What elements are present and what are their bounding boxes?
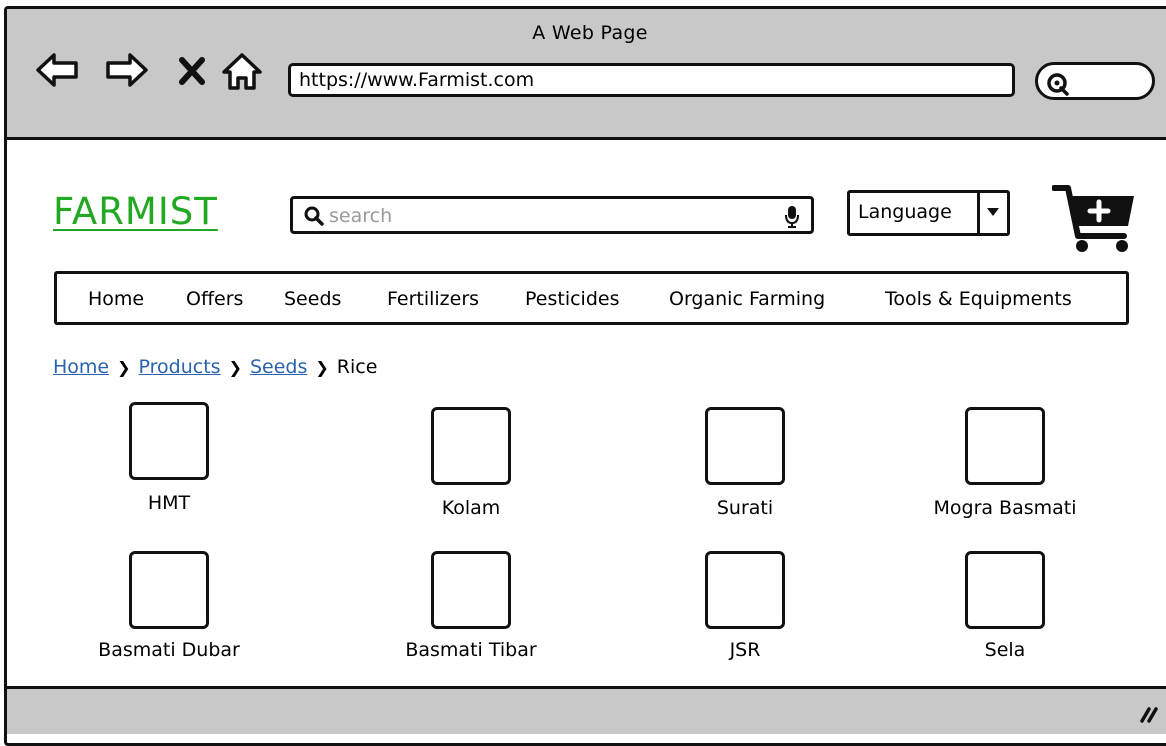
nav-item-fertilizers[interactable]: Fertilizers (387, 288, 479, 310)
main-nav: Home Offers Seeds Fertilizers Pesticides… (54, 271, 1129, 325)
status-bar (7, 686, 1166, 734)
product-card[interactable]: HMT (59, 402, 279, 522)
product-image[interactable] (431, 407, 511, 485)
back-arrow-icon[interactable] (34, 50, 80, 90)
chevron-down-icon (987, 208, 999, 216)
language-label: Language (858, 201, 952, 223)
breadcrumb-link-seeds[interactable]: Seeds (250, 356, 307, 378)
breadcrumb-link-home[interactable]: Home (53, 356, 109, 378)
language-select[interactable]: Language (847, 190, 1010, 236)
product-name[interactable]: HMT (59, 492, 279, 514)
product-card[interactable]: Kolam (361, 407, 581, 527)
nav-item-home[interactable]: Home (88, 288, 144, 310)
breadcrumb: Home ❯ Products ❯ Seeds ❯ Rice (53, 356, 377, 378)
close-icon[interactable] (174, 50, 210, 90)
product-image[interactable] (705, 407, 785, 485)
product-card[interactable]: Mogra Basmati (895, 407, 1115, 527)
product-name[interactable]: Kolam (361, 497, 581, 519)
home-icon[interactable] (220, 50, 266, 94)
language-dropdown-button[interactable] (977, 193, 1007, 233)
nav-item-organic-farming[interactable]: Organic Farming (669, 288, 825, 310)
product-name[interactable]: Basmati Tibar (361, 639, 581, 661)
chevron-right-icon: ❯ (228, 358, 242, 377)
product-card[interactable]: Surati (635, 407, 855, 527)
product-name[interactable]: Surati (635, 497, 855, 519)
breadcrumb-link-products[interactable]: Products (139, 356, 221, 378)
product-name[interactable]: Sela (895, 639, 1115, 661)
chevron-right-icon: ❯ (117, 358, 131, 377)
product-image[interactable] (129, 402, 209, 480)
site-logo[interactable]: FARMIST (53, 190, 218, 233)
product-card[interactable]: Basmati Tibar (361, 551, 581, 671)
forward-arrow-icon[interactable] (104, 50, 150, 90)
breadcrumb-current: Rice (336, 356, 378, 378)
product-name[interactable]: Mogra Basmati (895, 497, 1115, 519)
nav-item-pesticides[interactable]: Pesticides (525, 288, 619, 310)
product-card[interactable]: Basmati Dubar (59, 551, 279, 671)
product-image[interactable] (705, 551, 785, 629)
product-card[interactable]: JSR (635, 551, 855, 671)
microphone-icon[interactable] (785, 205, 799, 229)
product-image[interactable] (431, 551, 511, 629)
chevron-right-icon: ❯ (315, 358, 329, 377)
browser-search-field[interactable] (1035, 62, 1155, 100)
product-card[interactable]: Sela (895, 551, 1115, 671)
search-input[interactable] (329, 203, 729, 229)
site-search-bar[interactable] (290, 196, 814, 234)
search-icon (304, 206, 324, 226)
nav-item-tools-equipments[interactable]: Tools & Equipments (885, 288, 1072, 310)
product-name[interactable]: JSR (635, 639, 855, 661)
nav-item-offers[interactable]: Offers (186, 288, 243, 310)
cart-add-icon[interactable] (1052, 182, 1138, 256)
product-image[interactable] (965, 551, 1045, 629)
search-icon (1047, 73, 1069, 96)
address-bar[interactable]: https://www.Farmist.com (288, 63, 1015, 97)
resize-grip-icon[interactable] (1136, 701, 1160, 725)
product-image[interactable] (965, 407, 1045, 485)
window-title: A Web Page (532, 22, 648, 44)
product-image[interactable] (129, 551, 209, 629)
product-name[interactable]: Basmati Dubar (59, 639, 279, 661)
nav-item-seeds[interactable]: Seeds (284, 288, 341, 310)
